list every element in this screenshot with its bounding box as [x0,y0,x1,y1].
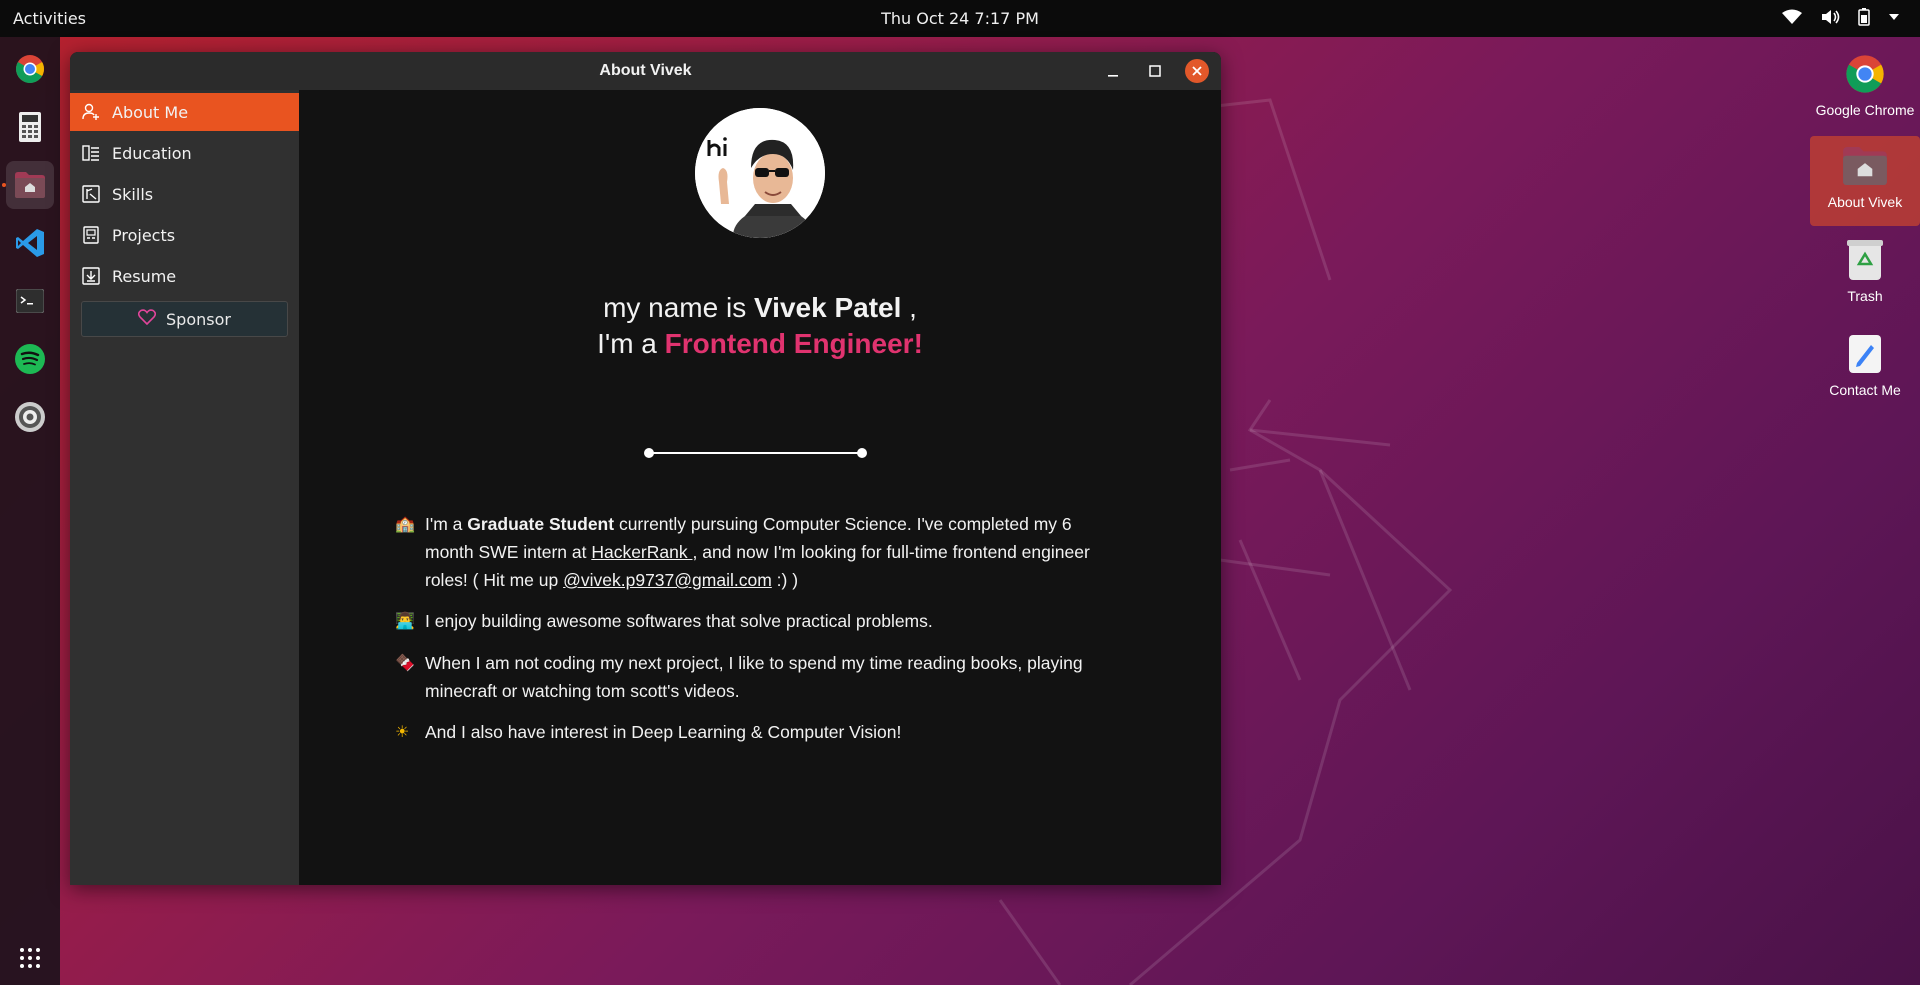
about-window: About Vivek About Me Education Skills Pr… [70,52,1221,885]
about-list: 🏫 I'm a Graduate Student currently pursu… [395,510,1115,760]
sidebar-item-label: Education [112,143,192,163]
list-item: ☀ And I also have interest in Deep Learn… [395,718,1115,747]
close-button[interactable] [1185,59,1209,83]
sidebar-item-skills[interactable]: Skills [70,175,299,213]
book-icon [82,144,100,162]
hackerrank-link[interactable]: HackerRank [591,542,692,562]
intro-line-1: my name is Vivek Patel , [299,292,1221,324]
sidebar-item-label: Projects [112,225,176,245]
list-item: 🍫 When I am not coding my next project, … [395,649,1115,705]
name-text: Vivek Patel [754,292,902,323]
battery-icon[interactable] [1858,8,1870,26]
list-item: 🏫 I'm a Graduate Student currently pursu… [395,510,1115,594]
window-titlebar[interactable]: About Vivek [70,52,1221,90]
person-add-icon [82,103,100,121]
desktop-icon-contact-me[interactable]: Contact Me [1810,330,1920,398]
avatar [695,108,825,238]
projects-icon [82,226,100,244]
desktop-icon-label: About Vivek [1827,194,1903,210]
sun-icon: ☀ [395,724,410,741]
wifi-icon[interactable] [1782,9,1802,25]
desktop-icon-google-chrome[interactable]: Google Chrome [1810,50,1920,118]
volume-icon[interactable] [1820,9,1840,25]
sidebar-item-projects[interactable]: Projects [70,216,299,254]
files-dock-icon[interactable] [6,161,54,209]
sidebar-item-education[interactable]: Education [70,134,299,172]
list-item-text: When I am not coding my next project, I … [425,653,1083,701]
technologist-icon: 👨‍💻 [395,613,415,630]
intro-text: I'm a [597,328,665,359]
chrome-dock-icon[interactable] [6,45,54,93]
terminal-dock-icon[interactable] [6,277,54,325]
gift-icon: 🍫 [395,655,415,672]
main-content: my name is Vivek Patel , I'm a Frontend … [299,90,1221,885]
intro-suffix: , [901,292,917,323]
desktop-icon-label: Contact Me [1829,382,1901,398]
desktop-icon-label: Google Chrome [1815,102,1915,118]
list-item: 👨‍💻 I enjoy building awesome softwares t… [395,607,1115,636]
tools-icon [82,185,100,203]
close-icon [1192,66,1202,76]
spotify-dock-icon[interactable] [6,335,54,383]
heart-icon [137,309,157,329]
minimize-button[interactable] [1101,59,1125,83]
chevron-down-icon[interactable] [1888,13,1900,21]
intro-text: my name is [603,292,754,323]
sponsor-button[interactable]: Sponsor [81,301,288,337]
desktop-icon-label: Trash [1847,288,1883,304]
system-tray[interactable] [1782,8,1900,26]
bold-text: Graduate Student [467,514,615,534]
settings-dock-icon[interactable] [6,393,54,441]
email-link[interactable]: @vivek.p9737@gmail.com [563,570,772,590]
role-text: Frontend Engineer! [664,328,923,359]
sidebar: About Me Education Skills Projects Resum… [70,90,299,885]
sidebar-item-label: About Me [112,102,189,122]
trash-icon [1841,236,1889,284]
sidebar-item-resume[interactable]: Resume [70,257,299,295]
top-bar: Activities Thu Oct 24 7:17 PM [0,0,1920,37]
sidebar-item-about-me[interactable]: About Me [70,93,299,131]
download-icon [82,267,100,285]
text-segment: I'm a [425,514,468,534]
running-indicator [2,183,6,187]
show-applications-icon[interactable] [19,947,41,973]
folder-home-icon [1841,142,1889,190]
window-title: About Vivek [599,62,692,79]
desktop-icon-about-vivek[interactable]: About Vivek [1810,136,1920,226]
chrome-icon [1841,50,1889,98]
list-item-text: And I also have interest in Deep Learnin… [425,722,902,742]
vscode-dock-icon[interactable] [6,219,54,267]
list-item-text: I'm a Graduate Student currently pursuin… [425,510,1115,594]
calculator-dock-icon[interactable] [6,103,54,151]
dock [0,37,60,985]
text-editor-icon [1841,330,1889,378]
list-item-text: I enjoy building awesome softwares that … [425,611,933,631]
sidebar-item-label: Resume [112,266,177,286]
maximize-button[interactable] [1143,59,1167,83]
desktop-icon-trash[interactable]: Trash [1810,236,1920,304]
clock[interactable]: Thu Oct 24 7:17 PM [0,9,1920,28]
sidebar-item-label: Skills [112,184,154,204]
sponsor-label: Sponsor [166,309,231,329]
school-icon: 🏫 [395,516,415,533]
text-segment: :) ) [771,570,799,590]
divider [644,448,867,458]
intro-line-2: I'm a Frontend Engineer! [299,328,1221,360]
